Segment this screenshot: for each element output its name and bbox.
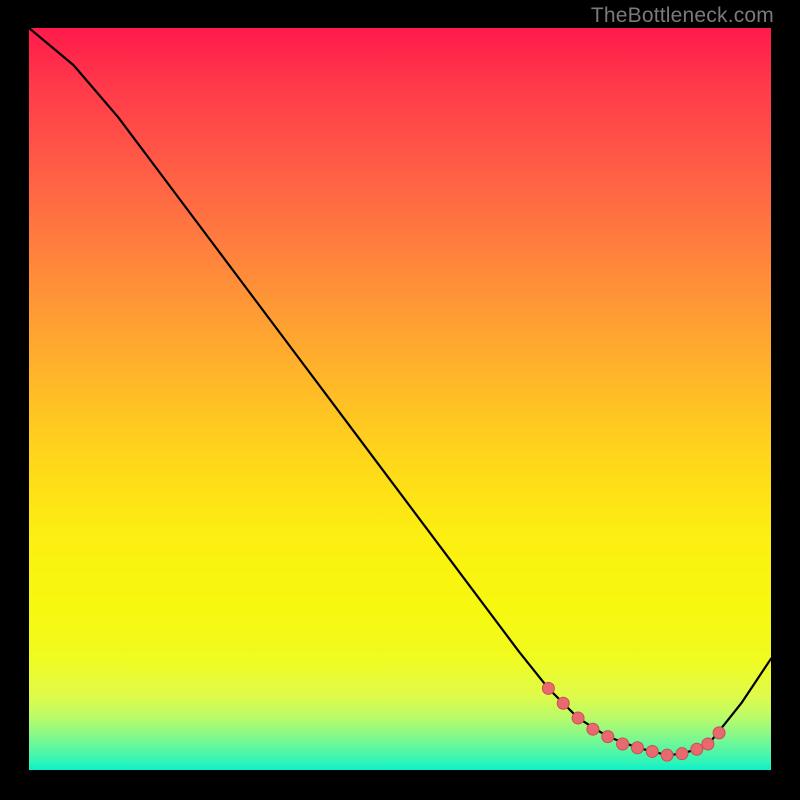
- plot-area: [29, 28, 771, 770]
- chart-svg: [29, 28, 771, 770]
- marker-point: [713, 727, 725, 739]
- attribution-label: TheBottleneck.com: [591, 4, 774, 28]
- marker-point: [557, 697, 569, 709]
- marker-point: [702, 738, 714, 750]
- marker-point: [676, 748, 688, 760]
- chart-stage: TheBottleneck.com: [0, 0, 800, 800]
- marker-point: [646, 745, 658, 757]
- marker-point: [631, 742, 643, 754]
- marker-group: [542, 682, 725, 761]
- marker-point: [691, 743, 703, 755]
- marker-point: [661, 749, 673, 761]
- marker-point: [542, 682, 554, 694]
- marker-point: [617, 738, 629, 750]
- marker-point: [572, 712, 584, 724]
- marker-point: [602, 731, 614, 743]
- marker-point: [587, 723, 599, 735]
- curve-line: [29, 28, 771, 755]
